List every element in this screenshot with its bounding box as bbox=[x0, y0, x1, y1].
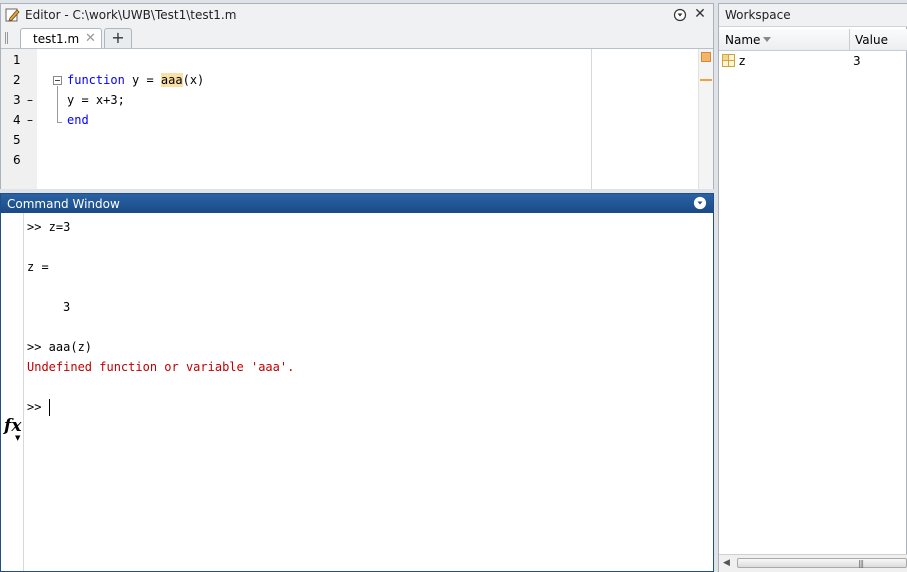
editor-pencil-icon bbox=[5, 8, 20, 22]
command-window-title: Command Window bbox=[7, 197, 120, 211]
warning-indicator-icon[interactable] bbox=[701, 52, 711, 62]
warning-line-marker[interactable] bbox=[700, 79, 712, 81]
fold-guide-end bbox=[57, 122, 62, 123]
scrollbar-thumb[interactable]: ||| bbox=[737, 558, 907, 568]
line-number: 2 bbox=[13, 73, 21, 87]
editor-close-icon[interactable]: ✕ bbox=[693, 7, 707, 21]
matrix-variable-icon bbox=[722, 54, 735, 67]
column-header-value[interactable]: Value bbox=[855, 33, 888, 47]
workspace-variable-row[interactable]: z 3 bbox=[719, 52, 907, 70]
command-line: >> z=3 bbox=[27, 220, 71, 234]
scrollbar-grip-icon: ||| bbox=[858, 559, 864, 568]
line-number-gutter: 1 2 3 4 5 6 – – bbox=[1, 49, 37, 189]
keyword-function: function bbox=[67, 73, 125, 87]
scroll-left-arrow-icon[interactable]: ◀ bbox=[723, 558, 730, 568]
line-number: 3 bbox=[13, 93, 21, 107]
command-line: >> aaa(z) bbox=[27, 340, 93, 354]
command-window: Command Window fx ▼ >> z=3 z = 3 >> aaa(… bbox=[0, 193, 714, 572]
breakpoint-marker[interactable]: – bbox=[27, 93, 33, 107]
fold-collapse-icon[interactable] bbox=[53, 76, 62, 85]
breakpoint-marker[interactable]: – bbox=[27, 113, 33, 127]
editor-title: Editor - C:\work\UWB\Test1\test1.m bbox=[25, 8, 237, 22]
horizontal-scrollbar[interactable]: ◀ ||| bbox=[719, 554, 907, 572]
editor-titlebar: Editor - C:\work\UWB\Test1\test1.m ✕ bbox=[1, 4, 713, 27]
editor-actions-menu-icon[interactable] bbox=[673, 8, 687, 22]
code-line-2: function y = aaa(x) bbox=[67, 73, 204, 87]
highlighted-identifier: aaa bbox=[160, 73, 183, 87]
tab-test1-m[interactable]: test1.m ✕ bbox=[20, 28, 102, 48]
text-cursor bbox=[49, 399, 50, 416]
line-number: 4 bbox=[13, 113, 21, 127]
workspace-titlebar: Workspace bbox=[719, 4, 907, 27]
editor-tabstrip: test1.m ✕ + bbox=[1, 26, 713, 49]
line-number: 6 bbox=[13, 153, 21, 167]
editor-panel: Editor - C:\work\UWB\Test1\test1.m ✕ tes… bbox=[0, 3, 714, 189]
sort-descending-icon[interactable] bbox=[763, 37, 771, 42]
workspace-title: Workspace bbox=[725, 8, 791, 22]
command-window-titlebar: Command Window bbox=[1, 194, 713, 213]
command-output-line: z = bbox=[27, 260, 49, 274]
column-divider[interactable] bbox=[849, 29, 850, 50]
message-indicator-bar bbox=[698, 49, 713, 189]
code-line-3: y = x+3; bbox=[67, 93, 125, 107]
command-output[interactable]: >> z=3 z = 3 >> aaa(z) Undefined functio… bbox=[1, 213, 713, 571]
fold-guide bbox=[57, 86, 58, 122]
command-output-line: 3 bbox=[63, 300, 71, 314]
code-area[interactable]: function y = aaa(x) y = x+3; end bbox=[37, 49, 591, 189]
code-area-margin bbox=[592, 49, 713, 189]
grip-icon bbox=[5, 32, 8, 44]
keyword-end: end bbox=[67, 113, 89, 127]
tab-close-icon[interactable]: ✕ bbox=[85, 31, 96, 46]
line-number: 1 bbox=[13, 53, 21, 67]
command-window-menu-icon[interactable] bbox=[693, 196, 707, 210]
code-text: (x) bbox=[182, 73, 205, 87]
line-number: 5 bbox=[13, 133, 21, 147]
variable-name: z bbox=[739, 54, 746, 68]
tab-label: test1.m bbox=[33, 32, 80, 46]
workspace-table-header: Name Value bbox=[719, 29, 907, 51]
workspace-panel: Workspace Name Value z 3 ◀ ||| bbox=[718, 3, 907, 572]
command-prompt: >> bbox=[27, 400, 42, 414]
variable-value: 3 bbox=[853, 54, 861, 68]
column-header-name[interactable]: Name bbox=[725, 33, 760, 47]
add-tab-button[interactable]: + bbox=[104, 28, 132, 48]
error-message: Undefined function or variable 'aaa'. bbox=[27, 360, 295, 374]
code-text: y = bbox=[124, 73, 161, 87]
